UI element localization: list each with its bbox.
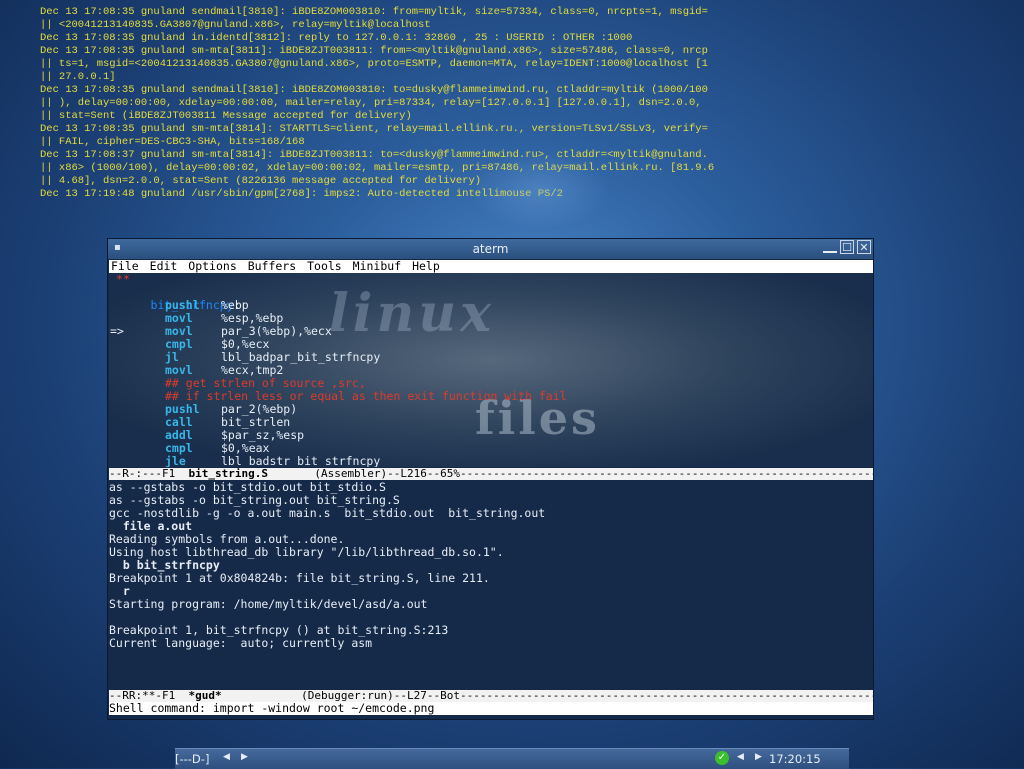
- minibuffer[interactable]: Shell command: import -window root ~/emc…: [109, 702, 873, 715]
- code-mnemonic: jle: [165, 454, 186, 468]
- menu-minibuf[interactable]: Minibuf: [351, 259, 403, 273]
- window-titlebar[interactable]: ▪ aterm ☐ ✕: [108, 239, 873, 259]
- gdb-output-line: Starting program: /home/myltik/devel/asd…: [109, 597, 428, 611]
- menu-edit[interactable]: Edit: [148, 259, 180, 273]
- next-desktop-icon[interactable]: ▶: [241, 752, 248, 762]
- prev-desktop-icon[interactable]: ◀: [223, 752, 230, 762]
- gud-buffer[interactable]: as --gstabs -o bit_stdio.out bit_stdio.S…: [109, 481, 873, 689]
- syslog-line: Dec 13 17:08:35 gnuland sm-mta[3814]: ST…: [40, 123, 708, 135]
- syslog-line: Dec 13 17:08:35 gnuland in.identd[3812]:…: [40, 32, 633, 44]
- minimize-button[interactable]: [823, 243, 837, 253]
- menu-tools[interactable]: Tools: [305, 259, 344, 273]
- syslog-line: Dec 13 17:08:35 gnuland sm-mta[3811]: iB…: [40, 45, 708, 57]
- modeline-buffer-name: bit_string.S: [188, 468, 268, 480]
- assembler-modeline: --R-:---F1 bit_string.S (Assembler)--L21…: [109, 468, 873, 480]
- menu-buffers[interactable]: Buffers: [246, 259, 298, 273]
- syslog-line: Dec 13 17:08:35 gnuland sendmail[3810]: …: [40, 6, 708, 18]
- modified-marker: **: [109, 273, 130, 286]
- maximize-button[interactable]: ☐: [840, 240, 854, 254]
- modeline-mode: (Assembler)--L216--65%------------------…: [314, 468, 873, 480]
- gdb-output-line: Current language: auto; currently asm: [109, 636, 373, 650]
- syslog-line: || stat=Sent (iBDE8ZJT003811 Message acc…: [40, 110, 412, 122]
- syslog-line: Dec 13 17:08:35 gnuland sendmail[3810]: …: [40, 84, 708, 96]
- assembler-buffer[interactable]: linux files ** bit_strfncpy: => pushl %eb…: [109, 273, 873, 467]
- tray-next-icon[interactable]: ▶: [755, 752, 762, 762]
- desktop-alien-graphic: [470, 150, 610, 230]
- emacs-menubar: File Edit Options Buffers Tools Minibuf …: [109, 260, 873, 273]
- clock: 17:20:15: [769, 752, 821, 766]
- desktop-pager[interactable]: [---D-]: [175, 752, 209, 766]
- tray-prev-icon[interactable]: ◀: [737, 752, 744, 762]
- tray-check-icon[interactable]: ✓: [715, 751, 729, 765]
- syslog-line: || FAIL, cipher=DES-CBC3-SHA, bits=168/1…: [40, 136, 305, 148]
- menu-help[interactable]: Help: [410, 259, 442, 273]
- syslog-line: || ), delay=00:00:00, xdelay=00:00:00, m…: [40, 97, 702, 109]
- menu-file[interactable]: File: [109, 259, 141, 273]
- close-button[interactable]: ✕: [857, 240, 871, 254]
- gdb-output-line: Breakpoint 1 at 0x804824b: file bit_stri…: [109, 571, 490, 585]
- syslog-line: || ts=1, msgid=<20041213140835.GA3807@gn…: [40, 58, 708, 70]
- window-title: aterm: [472, 242, 509, 256]
- taskbar: [---D-] ◀ ▶ ✓ ◀ ▶ 17:20:15: [175, 748, 849, 769]
- syslog-line: || 27.0.0.1]: [40, 71, 116, 83]
- menu-options[interactable]: Options: [186, 259, 238, 273]
- modeline-status: --R-:---F1: [109, 468, 189, 480]
- syslog-line: || <20041213140835.GA3807@gnuland.x86>, …: [40, 19, 431, 31]
- code-instruction-line: jle lbl_badstr_bit_strfncpy: [109, 454, 873, 468]
- code-operand: lbl_badstr_bit_strfncpy: [221, 454, 381, 468]
- aterm-window[interactable]: ▪ aterm ☐ ✕ File Edit Options Buffers To…: [107, 238, 874, 720]
